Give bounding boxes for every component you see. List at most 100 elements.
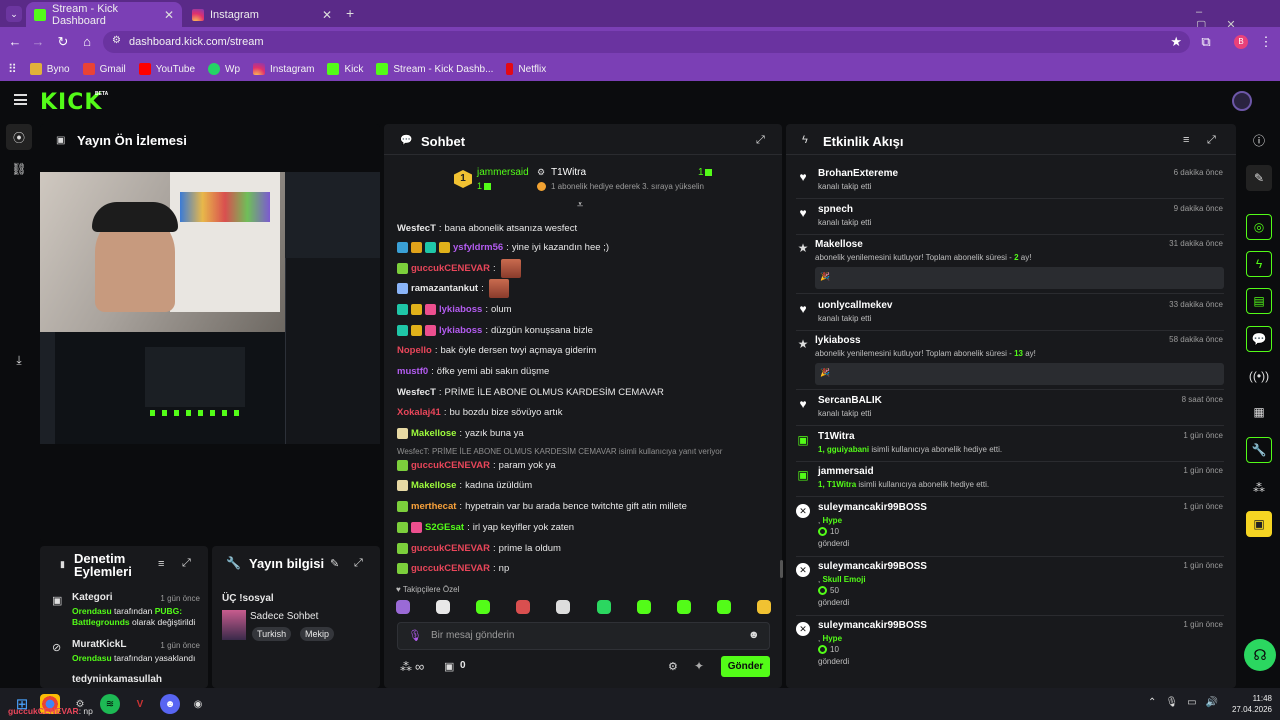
lightning-icon[interactable]: ϟ [1246,251,1272,277]
tab-kick-dashboard[interactable]: Stream - Kick Dashboard ✕ [26,2,182,27]
category-name[interactable]: Sadece Sohbet [250,611,318,622]
extensions-icon[interactable]: ⧉ [1198,34,1214,50]
spotify-icon[interactable]: ≋ [100,694,120,714]
mic-icon[interactable]: 🎙 [408,629,422,642]
chat-emote[interactable] [500,258,521,278]
emoji-icon[interactable]: ☻ [748,629,760,641]
nodes-icon[interactable]: ⁂ [1246,475,1272,501]
bookmark-wp[interactable]: Wp [208,63,240,75]
bookmark-byno[interactable]: Byno [29,63,70,75]
new-tab-icon[interactable]: + [346,5,354,21]
obs-icon[interactable]: ◉ [188,694,208,714]
popout-icon[interactable]: ⤢ [354,557,363,570]
profile-avatar[interactable]: B [1234,35,1248,49]
kick-logo[interactable]: KICK [40,90,102,115]
gift-box-icon[interactable]: ▣ [444,660,454,673]
chat-username[interactable]: guccukCENEVAR [411,563,490,574]
puzzle-icon[interactable]: ✦ [694,659,704,673]
chat-input[interactable]: 🎙 Bir mesaj gönderin ☻ [397,622,770,650]
browser-menu-icon[interactable]: ⋮ [1258,34,1274,50]
hamburger-menu-icon[interactable] [14,94,27,105]
chat-username[interactable]: Makellose [411,480,456,491]
activity-username[interactable]: jammersaid [818,466,874,477]
bookmark-kick[interactable]: Kick [327,63,363,75]
chat-username[interactable]: guccukCENEVAR [411,263,490,274]
bookmark-netflix[interactable]: Netflix [506,63,546,75]
close-tab-icon[interactable]: ✕ [322,8,332,22]
emote-button[interactable] [756,600,771,614]
chat-username[interactable]: ysfyldrm56 [453,242,503,253]
mod-user[interactable]: Orendasu [72,653,112,663]
site-info-icon[interactable]: ⚙ [112,35,121,46]
close-tab-icon[interactable]: ✕ [164,8,174,22]
live-signal-icon[interactable]: ⦿ [6,124,32,150]
system-tray[interactable]: ⌃🎙▭🔊 [1148,697,1227,708]
back-icon[interactable]: ← [7,34,23,49]
activity-username[interactable]: Makellose [815,239,863,250]
activity-username[interactable]: suleymancakir99BOSS [818,620,927,631]
link-icon[interactable]: ⛓ [6,156,32,182]
user-avatar[interactable] [1232,91,1252,111]
tab-instagram[interactable]: Instagram ✕ [184,2,340,27]
edit-icon[interactable]: ✎ [330,557,339,570]
edit-icon[interactable]: ✎ [1246,165,1272,191]
popout-icon[interactable]: ⤢ [756,134,765,147]
clipboard-icon[interactable]: ▤ [1246,288,1272,314]
chat-emote[interactable] [488,278,509,298]
bookmark-youtube[interactable]: YouTube [138,63,195,75]
activity-username[interactable]: BrohanExtereme [818,168,898,179]
activity-username[interactable]: suleymancakir99BOSS [818,502,927,513]
filter-icon[interactable]: ≡ [1183,134,1189,146]
emote-button[interactable] [516,600,531,614]
reload-icon[interactable]: ↻ [55,34,71,50]
activity-username[interactable]: suleymancakir99BOSS [818,561,927,572]
chat-username[interactable]: lykiaboss [439,304,482,315]
chat-username[interactable]: Xokalaj41 [397,407,441,418]
activity-username[interactable]: spnech [818,204,853,215]
tag-chip[interactable]: Turkish [252,627,292,641]
chat-username[interactable]: guccukCENEVAR [411,460,490,471]
stream-preview-video[interactable] [40,172,380,444]
tab-search-icon[interactable]: ⌄ [6,6,22,22]
popout-icon[interactable]: ⤢ [182,557,191,570]
bookmark-star-icon[interactable]: ★ [1170,34,1182,50]
activity-username[interactable]: SercanBALIK [818,395,882,406]
chat-username[interactable]: lykiaboss [439,325,482,336]
popout-icon[interactable]: ⤢ [1207,134,1216,147]
chat-username[interactable]: guccukCENEVAR [411,543,490,554]
valorant-icon[interactable]: V [130,694,150,714]
chat-username[interactable]: ramazantankut [411,283,478,294]
chat-username[interactable]: WesfecT [397,387,436,398]
download-icon[interactable]: ⤓ [6,347,32,373]
gift-box-icon[interactable]: ▣ [1246,511,1272,537]
pinned-user-left[interactable]: jammersaid [477,167,529,178]
chat-bubble-icon[interactable]: 💬 [1246,326,1272,352]
broadcast-icon[interactable]: ((•)) [1246,363,1272,389]
chat-username[interactable]: Makellose [411,428,456,439]
chat-username[interactable]: WesfecT [397,223,436,234]
activity-username[interactable]: T1Witra [818,431,855,442]
send-button[interactable]: Gönder [721,656,770,677]
collapse-icon[interactable]: ⩡ [577,199,583,212]
wrench-icon[interactable]: 🔧 [1246,437,1272,463]
layout-icon[interactable]: ▦ [1246,399,1272,425]
filter-icon[interactable]: ≡ [158,558,164,570]
emote-button[interactable] [476,600,491,614]
discord-icon[interactable]: ☻ [160,694,180,714]
points-icon[interactable]: ⁂ [400,660,412,674]
bookmark-kick-dashboard[interactable]: Stream - Kick Dashb... [376,63,493,75]
chat-settings-icon[interactable]: ⚙ [668,660,678,673]
activity-username[interactable]: lykiaboss [815,335,861,346]
mod-user[interactable]: Orendasu [72,606,112,616]
url-field[interactable]: ⚙ dashboard.kick.com/stream ★ [103,31,1190,53]
tag-chip[interactable]: Mekip [300,627,335,641]
home-icon[interactable]: ⌂ [79,34,95,49]
support-headset-icon[interactable]: ☊ [1244,639,1276,671]
chat-username[interactable]: merthecat [411,501,456,512]
camera-scene-icon[interactable]: ◎ [1246,214,1272,240]
chat-username[interactable]: Nopello [397,345,432,356]
pinned-user-right[interactable]: T1Witra [551,167,586,178]
forward-icon[interactable]: → [30,34,46,49]
chat-username[interactable]: S2GEsat [425,522,464,533]
emote-button[interactable] [596,600,611,614]
